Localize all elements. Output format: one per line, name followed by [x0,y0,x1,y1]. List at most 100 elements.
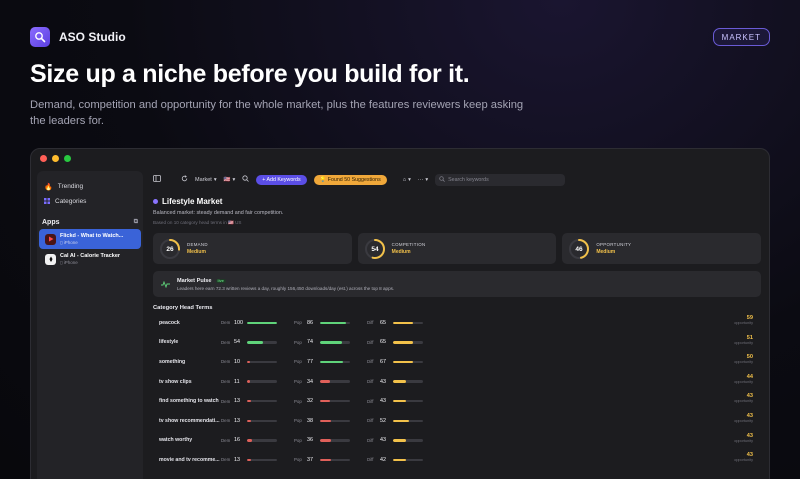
country-dropdown[interactable]: 🇺🇸 ▾ [224,177,236,183]
market-dropdown[interactable]: Market ▾ [195,177,217,183]
pop-label: Pop [294,379,302,385]
term-name: find something to watch [159,398,219,405]
metric-cards: 26 DEMAND Medium 54 COMPETITION Medium 4… [153,233,762,264]
search-placeholder: Search keywords [448,176,489,183]
pop-value: 34 [307,378,313,385]
opportunity-label: opportunity [734,321,753,325]
market-dot-icon [153,199,158,204]
diff-metric: Diff 65 [367,320,423,326]
add-keywords-button[interactable]: + Add Keywords [256,174,307,185]
term-row[interactable]: lifestyle Dem 54 Pop 74 Diff 65 51 opportunity [153,333,761,353]
brand: ASO Studio [30,27,126,47]
flame-icon: 🔥 [44,183,53,191]
more-icon: ⋯ [417,176,424,183]
refresh-icon[interactable] [181,175,188,184]
minimize-window-button[interactable] [52,155,59,162]
pop-bar-fill [320,458,332,462]
pulse-title: Market Pulse live [177,278,394,284]
sidebar: 🔥 Trending Categories Apps ⧉ Flickd - Wh… [37,171,143,479]
opportunity-score: 43 opportunity [734,433,753,443]
term-row[interactable]: find something to watch Dem 13 Pop 32 Diff 43 4… [153,391,761,411]
diff-value: 43 [380,398,386,405]
head-terms-heading: Category Head Terms [153,305,213,311]
diff-metric: Diff 52 [367,418,423,424]
dem-value: 16 [234,437,240,444]
metric-card: 54 COMPETITION Medium [357,233,557,264]
term-row[interactable]: watch worthy Dem 16 Pop 36 Diff 43 43 opportunit… [153,431,761,451]
add-app-icon[interactable]: ⧉ [134,219,138,226]
metric-level: Medium [391,249,411,255]
term-name: tv show clips [159,378,192,385]
close-window-button[interactable] [40,155,47,162]
suggestions-button[interactable]: 💡 Found 50 Suggestions [313,174,387,185]
apps-heading: Apps ⧉ [37,215,143,229]
metric-ring: 54 [364,238,385,259]
dem-label: Dem [221,339,231,345]
dem-bar-fill [247,321,277,325]
diff-bar-fill [393,321,413,325]
pop-metric: Pop 77 [294,359,350,365]
chevron-down-icon: ▾ [408,176,411,183]
term-row[interactable]: tv show recommendati... Dem 13 Pop 38 Diff 52 4… [153,411,761,431]
metric-value: 26 [166,246,174,253]
term-row[interactable]: tv show clips Dem 11 Pop 34 Diff 43 44 opportuni… [153,372,761,392]
sidebar-item-categories[interactable]: Categories [37,194,143,209]
search-input[interactable]: Search keywords [435,173,566,186]
pop-label: Pop [294,398,302,404]
diff-bar-fill [393,439,406,442]
opportunity-label: opportunity [734,360,753,365]
brand-logo-icon [30,27,50,47]
diff-label: Diff [367,339,374,345]
dem-label: Dem [221,359,231,365]
opportunity-score: 44 opportunity [734,374,753,384]
app-icon-flickd [45,233,56,245]
zoom-search-icon[interactable] [242,175,249,184]
pop-metric: Pop 37 [294,457,350,463]
dem-value: 13 [234,417,240,424]
dem-bar-fill [247,458,251,462]
dem-bar [247,341,277,344]
market-description: Balanced market: steady demand and fair … [153,210,284,216]
sidebar-toggle-icon[interactable] [153,175,161,184]
diff-bar-fill [393,341,413,344]
suggestions-label: Found 50 Suggestions [327,176,381,183]
term-row[interactable]: something Dem 10 Pop 77 Diff 67 50 opportunity [153,352,761,372]
dem-label: Dem [221,398,231,404]
pulse-text: Leaders here earn 72.3 written reviews a… [177,285,395,291]
more-options-dropdown[interactable]: ⋯ ▾ [418,177,428,183]
diff-bar [393,380,423,383]
market-title-label: Lifestyle Market [162,197,223,206]
zoom-window-button[interactable] [64,155,71,162]
window-titlebar [31,149,769,168]
dem-bar-fill [247,360,250,364]
pop-bar-fill [320,399,330,403]
metric-label: DEMAND [187,242,208,247]
dem-metric: Dem 13 [221,457,277,463]
dem-value: 13 [234,456,240,463]
grid-icon [44,197,50,206]
dem-metric: Dem 11 [221,379,277,385]
opportunity-label: opportunity [734,340,753,345]
sidebar-app-flickd[interactable]: Flickd - What to Watch... ▯ iPhone [39,229,141,249]
sidebar-item-trending[interactable]: 🔥 Trending [37,179,143,194]
dem-bar-fill [247,439,252,442]
pop-bar [320,380,350,383]
dem-metric: Dem 54 [221,339,277,345]
pop-value: 38 [307,417,313,424]
term-row[interactable]: movie and tv recomme... Dem 13 Pop 37 Diff 42 4… [153,450,761,470]
main-content: Market ▾ 🇺🇸 ▾ + Add Keywords 💡 Found 50 Su… [149,171,769,479]
diff-label: Diff [367,320,374,326]
opportunity-score: 43 opportunity [734,413,753,423]
term-row[interactable]: peacock Dem 100 Pop 86 Diff 65 59 opportunity [153,313,761,333]
pop-value: 32 [307,398,313,405]
market-dropdown-label: Market [195,176,212,183]
pop-bar [320,321,350,325]
sidebar-app-cal-ai[interactable]: Cal AI - Calorie Tracker ▯ iPhone [39,249,141,269]
metric-value: 54 [371,246,379,253]
pop-label: Pop [294,457,302,463]
dem-bar [247,419,277,423]
tag-icon: ⌂ [402,176,407,183]
tag-filter-dropdown[interactable]: ⌂ ▾ [403,177,411,183]
app-platform: ▯ iPhone [60,259,78,265]
diff-value: 43 [380,378,386,385]
